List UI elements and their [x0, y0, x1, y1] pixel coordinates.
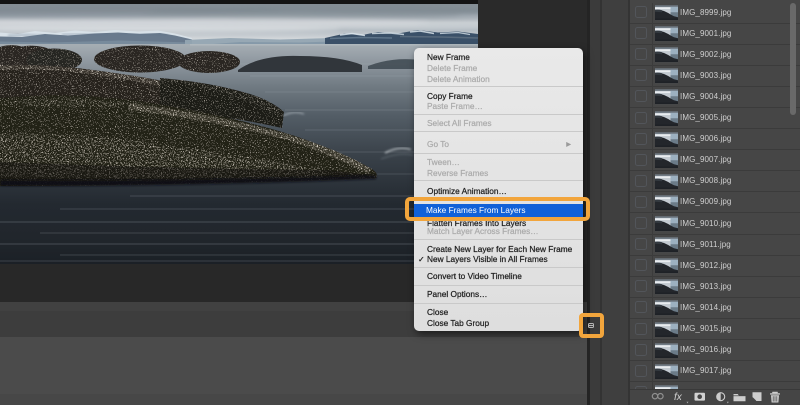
svg-text:fx: fx	[674, 392, 683, 403]
